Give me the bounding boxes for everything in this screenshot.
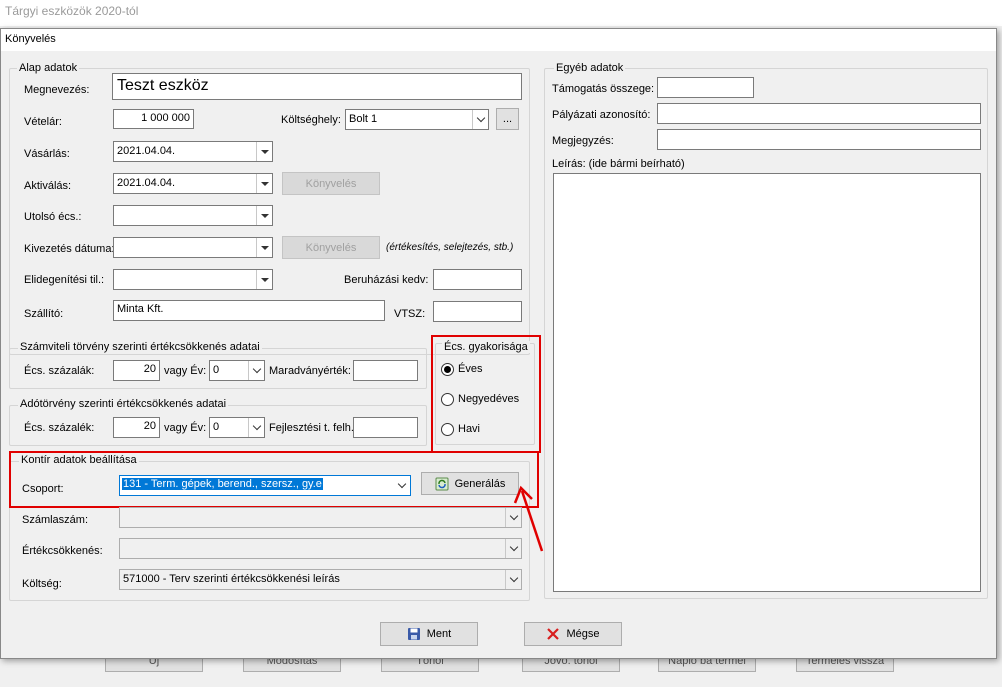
kontir-highlight bbox=[9, 451, 539, 508]
background-window-title: Tárgyi eszközök 2020-tól bbox=[0, 0, 1002, 26]
vetelar-label: Vételár: bbox=[24, 116, 62, 128]
beruhazasi-label: Beruházási kedv: bbox=[344, 274, 429, 286]
maradvany-label: Maradványérték: bbox=[269, 365, 351, 377]
aktivalas-label: Aktiválás: bbox=[24, 180, 72, 192]
szallito-label: Szállító: bbox=[24, 308, 64, 320]
palyazati-label: Pályázati azonosító: bbox=[552, 109, 651, 121]
konyveles-dialog: Könyvelés Alap adatok Megnevezés: Teszt … bbox=[0, 28, 997, 659]
dropdown-arrow-icon bbox=[256, 270, 272, 289]
leiras-textarea[interactable] bbox=[553, 173, 981, 592]
leiras-label: Leírás: (ide bármi beírható) bbox=[552, 158, 685, 170]
koltseghely-select[interactable]: Bolt 1 bbox=[345, 109, 489, 130]
ertekcsokkenes-select[interactable] bbox=[119, 538, 522, 559]
szamviteli-szazalek-label: Écs. százalák: bbox=[24, 365, 95, 377]
chevron-down-icon bbox=[472, 110, 488, 129]
adotorveny-title: Adótörvény szerinti értékcsökkenés adata… bbox=[18, 398, 229, 410]
save-icon bbox=[407, 628, 420, 640]
gyakorisag-highlight bbox=[431, 335, 541, 453]
cancel-icon bbox=[547, 628, 560, 640]
adotorveny-szazalek-label: Écs. százalék: bbox=[24, 422, 95, 434]
beruhazasi-input[interactable] bbox=[433, 269, 522, 290]
elidegenitesi-label: Elidegenítési til.: bbox=[24, 274, 105, 286]
szamviteli-ev-select[interactable]: 0 bbox=[209, 360, 265, 381]
aktivalas-date-picker[interactable]: 2021.04.04. bbox=[113, 173, 273, 194]
koltseghely-browse-button[interactable]: ... bbox=[496, 108, 519, 130]
chevron-down-icon bbox=[248, 361, 264, 380]
koltseg-select[interactable]: 571000 - Terv szerinti értékcsökkenési l… bbox=[119, 569, 522, 590]
tamogatas-input[interactable] bbox=[657, 77, 754, 98]
adotorveny-ev-select[interactable]: 0 bbox=[209, 417, 265, 438]
megnevezes-input[interactable]: Teszt eszköz bbox=[112, 73, 522, 100]
aktivalas-konyveles-button[interactable]: Könyvelés bbox=[282, 172, 380, 195]
megnevezes-label: Megnevezés: bbox=[24, 84, 90, 96]
dialog-title: Könyvelés bbox=[1, 29, 996, 51]
szallito-input[interactable]: Minta Kft. bbox=[113, 300, 385, 321]
elidegenitesi-date-picker[interactable] bbox=[113, 269, 273, 290]
ment-label: Ment bbox=[426, 628, 452, 640]
kivezetes-date-picker[interactable] bbox=[113, 237, 273, 258]
szamviteli-szazalek-input[interactable]: 20 bbox=[113, 360, 160, 381]
kivezetes-konyveles-button[interactable]: Könyvelés bbox=[282, 236, 380, 259]
dropdown-arrow-icon bbox=[256, 174, 272, 193]
utolso-ecs-date-picker[interactable] bbox=[113, 205, 273, 226]
vetelar-input[interactable]: 1 000 000 bbox=[113, 109, 194, 129]
megse-button[interactable]: Mégse bbox=[524, 622, 622, 646]
adotorveny-szazalek-input[interactable]: 20 bbox=[113, 417, 160, 438]
vasarlas-label: Vásárlás: bbox=[24, 148, 70, 160]
koltseg-value: 571000 - Terv szerinti értékcsökkenési l… bbox=[123, 573, 340, 585]
szamlaszam-label: Számlaszám: bbox=[22, 514, 89, 526]
chevron-down-icon bbox=[248, 418, 264, 437]
maradvany-input[interactable] bbox=[353, 360, 418, 381]
tamogatas-label: Támogatás összege: bbox=[552, 83, 655, 95]
adotorveny-vagy-ev-label: vagy Év: bbox=[164, 422, 207, 434]
vasarlas-value: 2021.04.04. bbox=[117, 145, 176, 157]
dropdown-arrow-icon bbox=[256, 142, 272, 161]
fejlesztesi-label: Fejlesztési t. felh.: bbox=[269, 422, 358, 434]
adotorveny-ev-value: 0 bbox=[213, 421, 220, 433]
koltseghely-label: Költséghely: bbox=[281, 114, 341, 126]
kivezetes-note: (értékesítés, selejtezés, stb.) bbox=[386, 242, 514, 253]
aktivalas-value: 2021.04.04. bbox=[117, 177, 176, 189]
koltseg-label: Költség: bbox=[22, 578, 62, 590]
chevron-down-icon bbox=[505, 570, 521, 589]
szamviteli-title: Számviteli törvény szerinti értékcsökken… bbox=[18, 341, 262, 353]
szamviteli-ev-value: 0 bbox=[213, 364, 220, 376]
fejlesztesi-input[interactable] bbox=[353, 417, 418, 438]
kivezetes-label: Kivezetés dátuma: bbox=[24, 243, 115, 255]
megjegyzes-input[interactable] bbox=[657, 129, 981, 150]
vtsz-input[interactable] bbox=[433, 301, 522, 322]
megjegyzes-label: Megjegyzés: bbox=[552, 135, 614, 147]
alap-adatok-title: Alap adatok bbox=[17, 62, 80, 74]
dropdown-arrow-icon bbox=[256, 238, 272, 257]
egyeb-adatok-title: Egyéb adatok bbox=[554, 62, 626, 74]
vtsz-label: VTSZ: bbox=[394, 308, 426, 320]
megse-label: Mégse bbox=[566, 628, 600, 640]
koltseghely-value: Bolt 1 bbox=[349, 113, 378, 125]
ment-button[interactable]: Ment bbox=[380, 622, 478, 646]
ertekcsokkenes-label: Értékcsökkenés: bbox=[22, 545, 103, 557]
szamlaszam-select[interactable] bbox=[119, 507, 522, 528]
szamviteli-vagy-ev-label: vagy Év: bbox=[164, 365, 207, 377]
vasarlas-date-picker[interactable]: 2021.04.04. bbox=[113, 141, 273, 162]
utolso-ecs-label: Utolsó écs.: bbox=[24, 211, 82, 223]
dropdown-arrow-icon bbox=[256, 206, 272, 225]
palyazati-input[interactable] bbox=[657, 103, 981, 124]
